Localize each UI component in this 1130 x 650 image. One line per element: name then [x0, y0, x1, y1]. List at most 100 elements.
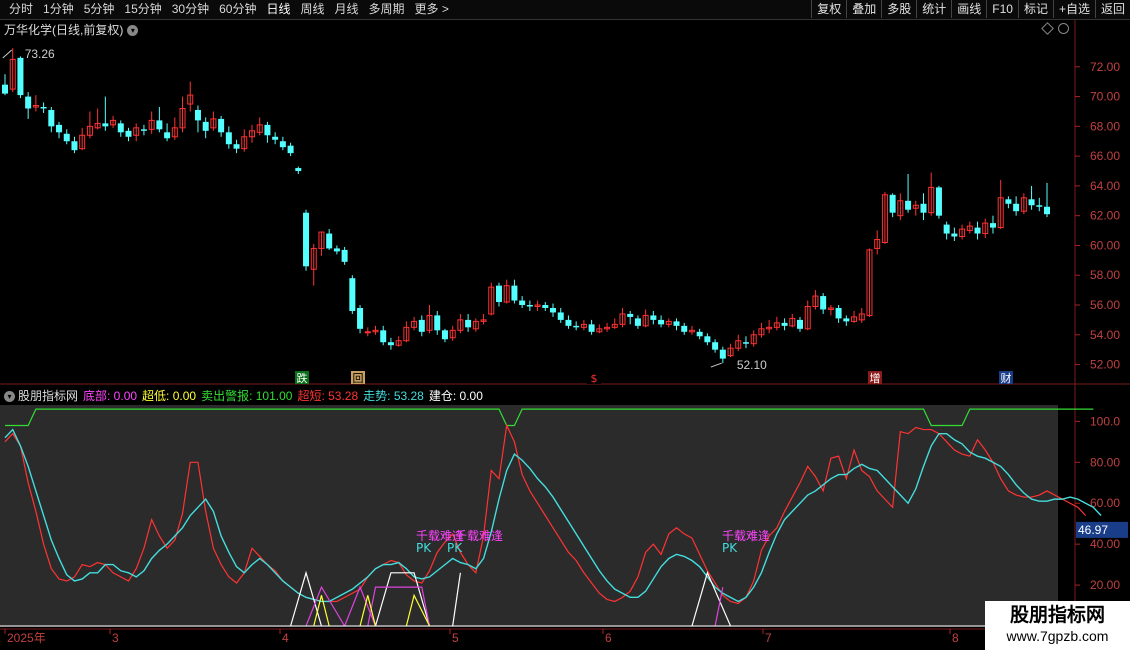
- candle-body: [418, 319, 425, 332]
- ind-tick-label: 20.00: [1090, 578, 1120, 592]
- candle-body: [364, 331, 371, 334]
- candle-body: [117, 123, 124, 133]
- candle-body: [279, 141, 286, 148]
- candle-body: [349, 278, 356, 311]
- candle-body: [1036, 205, 1043, 207]
- current-value-label: 46.97: [1078, 523, 1108, 537]
- ind-tick-label: 40.00: [1090, 537, 1120, 551]
- candle-body: [542, 305, 549, 308]
- event-marker: $: [591, 372, 598, 385]
- candle-body: [264, 124, 271, 136]
- candle-body: [48, 109, 55, 127]
- candle-body: [225, 132, 232, 145]
- candle-body: [140, 129, 147, 131]
- candle-body: [843, 318, 850, 322]
- date-label: 8: [952, 631, 959, 645]
- candle-body: [125, 130, 132, 137]
- candle-body: [63, 133, 70, 142]
- event-marker: 增: [870, 371, 881, 385]
- candle-body: [156, 120, 163, 130]
- candle-body: [742, 342, 749, 344]
- ind-tick-label: 100.0: [1090, 414, 1120, 428]
- low-label: 52.10: [737, 358, 767, 372]
- candle-body: [781, 322, 788, 326]
- candle-body: [719, 349, 726, 359]
- candle-body: [233, 144, 240, 149]
- candle-body: [164, 132, 171, 139]
- candle-body: [441, 330, 448, 340]
- candle-body: [272, 136, 279, 140]
- candle-body: [627, 313, 634, 317]
- candle-body: [2, 84, 8, 94]
- kline-chart[interactable]: 72.00 70.00 68.00 66.00 64.00 62.00 60.00 58.00…: [0, 0, 1130, 650]
- candle-body: [681, 325, 688, 332]
- candle-body: [71, 141, 78, 151]
- candle-body: [1013, 203, 1020, 212]
- candle-body: [511, 285, 518, 301]
- candle-body: [333, 248, 340, 252]
- candle-body: [295, 168, 302, 172]
- candle-body: [989, 223, 996, 228]
- candle-body: [820, 296, 827, 310]
- candle-body: [951, 233, 958, 237]
- candle-body: [1005, 199, 1012, 204]
- watermark-line2: www.7gpzb.com: [1006, 628, 1109, 644]
- signal-annotation: PK: [722, 541, 738, 555]
- candle-body: [573, 325, 580, 328]
- candle-body: [25, 96, 32, 109]
- candle-body: [650, 315, 657, 320]
- candle-body: [889, 194, 896, 213]
- candle-body: [40, 106, 47, 109]
- candle-body: [17, 57, 24, 96]
- candle-body: [56, 124, 63, 133]
- signal-annotation: PK: [447, 541, 463, 555]
- candle-body: [303, 212, 310, 267]
- candle-body: [218, 118, 225, 133]
- candle-body: [1044, 206, 1050, 215]
- event-marker: 跌: [297, 371, 308, 385]
- watermark-logo: 股朋指标网 www.7gpzb.com: [985, 601, 1130, 650]
- price-tick-label: 68.00: [1090, 119, 1120, 133]
- candle-body: [704, 336, 711, 343]
- price-tick-label: 70.00: [1090, 90, 1120, 104]
- candle-body: [519, 300, 526, 306]
- candle-body: [588, 324, 595, 332]
- candle-body: [287, 145, 294, 154]
- candle-body: [1028, 199, 1035, 206]
- candle-body: [202, 121, 209, 131]
- candle-body: [387, 342, 394, 346]
- signal-annotation: 千载难逢: [455, 529, 503, 543]
- date-label: 3: [112, 631, 119, 645]
- price-tick-label: 64.00: [1090, 179, 1120, 193]
- high-label: 73.26: [25, 47, 55, 61]
- date-label: 4: [282, 631, 289, 645]
- candle-body: [835, 307, 842, 319]
- signal-annotation: PK: [416, 541, 432, 555]
- date-label: 5: [452, 631, 459, 645]
- candle-body: [326, 233, 333, 249]
- price-tick-label: 58.00: [1090, 268, 1120, 282]
- event-marker: 财: [1001, 371, 1012, 385]
- watermark-line1: 股朋指标网: [1009, 604, 1105, 626]
- candle-body: [495, 285, 502, 303]
- candle-body: [712, 342, 719, 350]
- candle-body: [974, 227, 981, 234]
- price-tick-label: 66.00: [1090, 149, 1120, 163]
- date-label: 2025年: [7, 631, 46, 645]
- candle-body: [797, 319, 804, 329]
- candle-body: [935, 187, 942, 216]
- price-tick-label: 60.00: [1090, 238, 1120, 252]
- candle-body: [920, 203, 927, 213]
- event-marker: 回: [353, 372, 364, 385]
- candle-body: [465, 319, 472, 328]
- price-tick-label: 56.00: [1090, 298, 1120, 312]
- candle-body: [102, 123, 109, 127]
- candle-body: [341, 249, 348, 262]
- price-tick-label: 62.00: [1090, 209, 1120, 223]
- candle-body: [905, 200, 912, 210]
- candle-body: [673, 321, 680, 326]
- price-tick-label: 52.00: [1090, 358, 1120, 372]
- price-tick-label: 54.00: [1090, 328, 1120, 342]
- candle-body: [526, 305, 533, 307]
- candle-body: [658, 319, 665, 325]
